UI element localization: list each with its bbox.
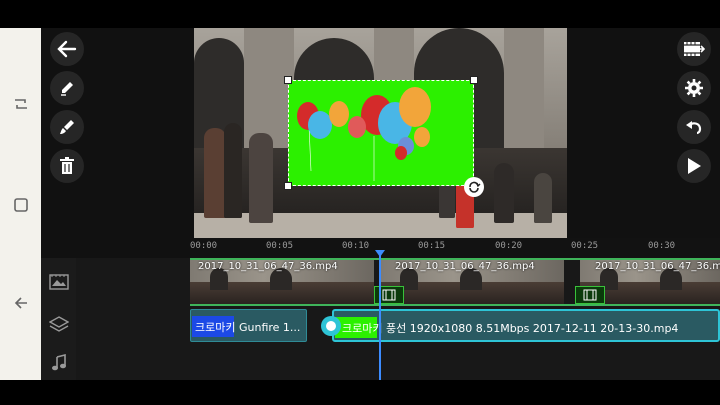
clip-transition-marker[interactable] xyxy=(575,286,605,304)
home-icon xyxy=(13,198,28,212)
transition-icon xyxy=(583,289,597,301)
edit-button[interactable] xyxy=(50,71,84,105)
ruler-tick: 00:05 xyxy=(266,241,294,251)
play-icon xyxy=(688,158,701,174)
recent-apps-icon xyxy=(14,99,27,109)
ruler-tick: 00:10 xyxy=(342,241,370,251)
layer-clip-label: 크로마키 Gunfire 1... xyxy=(195,321,301,334)
export-button[interactable] xyxy=(677,32,711,66)
video-track-icon xyxy=(48,274,69,290)
transition-icon xyxy=(382,289,396,301)
balloons-graphic xyxy=(297,87,431,181)
back-button[interactable] xyxy=(50,32,84,66)
resize-handle-top-left[interactable] xyxy=(284,76,292,84)
brush-button[interactable] xyxy=(50,110,84,144)
preview-person xyxy=(249,133,273,223)
back-icon xyxy=(14,297,27,309)
audio-track-button[interactable] xyxy=(41,344,76,382)
preview-person xyxy=(224,123,242,218)
delete-button[interactable] xyxy=(50,149,84,183)
playhead[interactable] xyxy=(379,252,381,380)
video-clip-track[interactable]: 2017_10_31_06_47_36.mp4 2017_10_31_06_47… xyxy=(190,258,720,306)
video-track-button[interactable] xyxy=(41,263,76,301)
resize-handle-top-right[interactable] xyxy=(470,76,478,84)
undo-icon xyxy=(686,121,702,135)
video-clip-label: 2017_10_31_06_47_36.mp4 xyxy=(595,261,720,272)
ruler-tick: 00:25 xyxy=(571,241,599,251)
layer-trim-handle[interactable] xyxy=(321,316,341,336)
preview-person xyxy=(204,128,226,218)
preview-person xyxy=(494,163,514,223)
rotate-icon xyxy=(469,181,481,193)
ruler-tick: 00:30 xyxy=(648,241,676,251)
back-button-system[interactable] xyxy=(0,283,41,323)
resize-handle-bottom-left[interactable] xyxy=(284,182,292,190)
video-clip-label: 2017_10_31_06_47_36.mp4 xyxy=(198,261,338,272)
film-export-icon xyxy=(684,42,705,56)
system-navbar xyxy=(0,28,41,380)
trash-icon xyxy=(60,157,74,174)
video-clip-label: 2017_10_31_06_47_36.mp4 xyxy=(395,261,535,272)
bottom-bar xyxy=(41,380,720,405)
track-icon-column xyxy=(41,258,76,380)
recent-apps-button[interactable] xyxy=(0,84,41,124)
playhead-top[interactable] xyxy=(375,250,385,257)
gear-icon xyxy=(685,79,703,97)
home-button[interactable] xyxy=(0,185,41,225)
layer-track-button[interactable] xyxy=(41,305,76,343)
layer-track-icon xyxy=(48,316,69,332)
undo-button[interactable] xyxy=(677,110,711,144)
play-button[interactable] xyxy=(677,149,711,183)
rotate-handle[interactable] xyxy=(464,177,484,197)
layer-clip-balloons[interactable]: 크로마키 풍선 1920x1080 8.51Mbps 2017-12-11 20… xyxy=(332,309,720,342)
preview-person xyxy=(534,173,552,223)
layer-clip-gunfire[interactable]: 크로마키 Gunfire 1... xyxy=(190,309,307,342)
ruler-tick: 00:15 xyxy=(418,241,446,251)
brush-icon xyxy=(60,120,74,134)
ruler-tick: 00:20 xyxy=(495,241,523,251)
ruler-tick: 00:00 xyxy=(190,241,218,251)
pencil-icon xyxy=(61,82,73,96)
app-root: 00:00 00:05 00:10 00:15 00:20 00:25 00:3… xyxy=(0,0,720,405)
audio-track-icon xyxy=(51,354,66,371)
timeline-ruler[interactable]: 00:00 00:05 00:10 00:15 00:20 00:25 00:3… xyxy=(190,238,720,258)
back-arrow-icon xyxy=(57,40,77,58)
settings-button[interactable] xyxy=(677,71,711,105)
layer-clip-label: 크로마키 풍선 1920x1080 8.51Mbps 2017-12-11 20… xyxy=(342,322,679,335)
chroma-overlay-clip[interactable] xyxy=(288,80,474,186)
